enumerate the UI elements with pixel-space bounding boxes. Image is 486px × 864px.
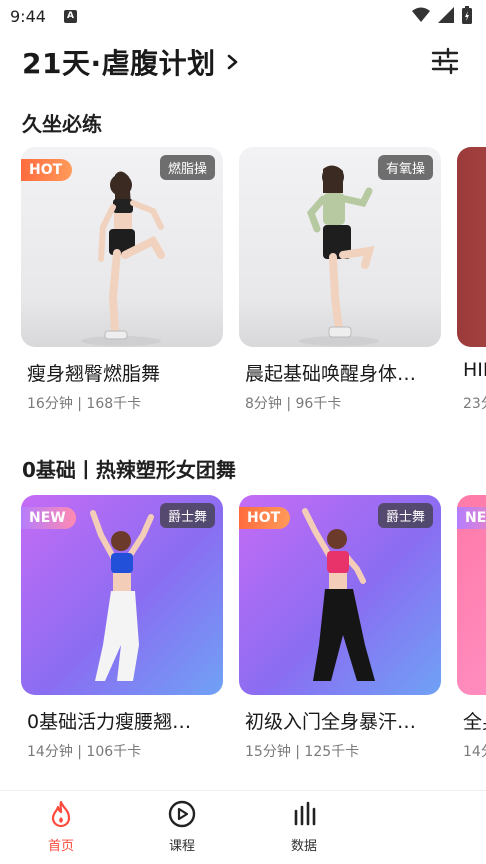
play-circle-icon	[167, 799, 197, 829]
new-badge: NEW	[457, 507, 486, 529]
course-meta: 8分钟 | 96千卡	[245, 396, 342, 412]
section-title-2: 0基础丨热辣塑形女团舞	[22, 458, 236, 482]
hot-badge: HOT	[21, 159, 73, 181]
filter-button[interactable]	[428, 44, 462, 78]
category-tag: 有氧操	[377, 155, 433, 180]
tab-data[interactable]: 数据	[264, 799, 344, 854]
status-icons	[412, 6, 472, 24]
page-title[interactable]: 21天·虐腹计划	[22, 42, 216, 82]
category-tag: 爵士舞	[159, 503, 215, 528]
course-card[interactable]: HII 23分	[457, 147, 486, 412]
chevron-right-icon[interactable]	[224, 48, 242, 76]
course-thumbnail[interactable]: 爵士舞 NEW	[21, 495, 223, 695]
plan-header[interactable]: 21天·虐腹计划	[22, 40, 242, 84]
tab-label: 课程	[168, 839, 195, 854]
course-name[interactable]: 晨起基础唤醒身体…	[245, 359, 441, 386]
category-tag: 爵士舞	[377, 503, 433, 528]
signal-icon	[438, 7, 454, 23]
section-title-1: 久坐必练	[22, 112, 102, 136]
tab-label: 首页	[47, 839, 74, 854]
sliders-icon	[431, 47, 459, 75]
battery-icon	[462, 6, 472, 24]
new-badge: NEW	[21, 507, 76, 529]
course-meta: 16分钟 | 168千卡	[27, 396, 142, 412]
course-name[interactable]: HII	[463, 359, 486, 381]
course-card[interactable]: 有氧操 晨起基础唤醒身体… 8分钟 | 96千卡	[239, 147, 441, 412]
course-meta: 15分钟 | 125千卡	[245, 744, 360, 760]
tab-courses[interactable]: 课程	[142, 799, 222, 854]
course-card[interactable]: 爵士舞 HOT 初级入门全身暴汗… 15分钟 | 125千卡	[239, 495, 441, 760]
course-name[interactable]: 初级入门全身暴汗…	[245, 707, 441, 734]
course-card[interactable]: 爵士舞 NEW 0基础活力瘦腰翘… 14分钟 | 106千卡	[21, 495, 223, 760]
course-thumbnail[interactable]: 燃脂操 HOT	[21, 147, 223, 347]
course-name[interactable]: 0基础活力瘦腰翘…	[27, 707, 223, 734]
course-thumbnail[interactable]: NEW	[457, 495, 486, 695]
bar-chart-icon	[289, 799, 319, 829]
tab-home[interactable]: 首页	[21, 799, 101, 854]
course-thumbnail[interactable]: 有氧操	[239, 147, 441, 347]
category-tag: 燃脂操	[159, 155, 215, 180]
notification-a-icon: A	[64, 10, 77, 23]
status-bar: 9:44 A	[0, 0, 486, 34]
course-card[interactable]: 燃脂操 HOT 瘦身翘臀燃脂舞 16分钟 | 168千卡	[21, 147, 223, 412]
section-1-row[interactable]: 燃脂操 HOT 瘦身翘臀燃脂舞 16分钟 | 168千卡 有氧操 晨起基础唤醒身…	[0, 147, 486, 417]
course-thumbnail[interactable]: 爵士舞 HOT	[239, 495, 441, 695]
status-time: 9:44	[10, 7, 46, 26]
wifi-icon	[412, 7, 430, 22]
course-name[interactable]: 瘦身翘臀燃脂舞	[27, 359, 223, 386]
tab-label: 数据	[290, 839, 317, 854]
course-meta: 14分	[463, 744, 486, 760]
course-meta: 14分钟 | 106千卡	[27, 744, 142, 760]
section-2-row[interactable]: 爵士舞 NEW 0基础活力瘦腰翘… 14分钟 | 106千卡 爵士舞 HOT 初…	[0, 495, 486, 765]
flame-icon	[46, 799, 76, 829]
hot-badge: HOT	[239, 507, 291, 529]
course-card[interactable]: NEW 全身 14分	[457, 495, 486, 760]
bottom-tab-bar: 首页 课程 数据	[0, 790, 486, 864]
course-name[interactable]: 全身	[463, 707, 486, 734]
course-meta: 23分	[463, 396, 486, 412]
course-thumbnail[interactable]	[457, 147, 486, 347]
